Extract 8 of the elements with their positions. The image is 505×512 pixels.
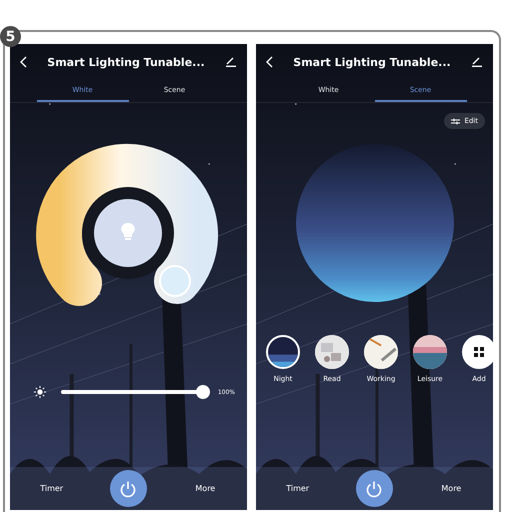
step-badge: 5: [0, 26, 21, 47]
back-icon[interactable]: [20, 56, 27, 68]
more-label[interactable]: More: [180, 484, 230, 493]
pencil-icon[interactable]: [224, 57, 237, 67]
screen-title: Smart Lighting Tunable...: [47, 56, 205, 68]
brightness-icon: [34, 386, 46, 398]
power-icon: [119, 480, 138, 498]
timer-label[interactable]: Timer: [26, 484, 77, 493]
